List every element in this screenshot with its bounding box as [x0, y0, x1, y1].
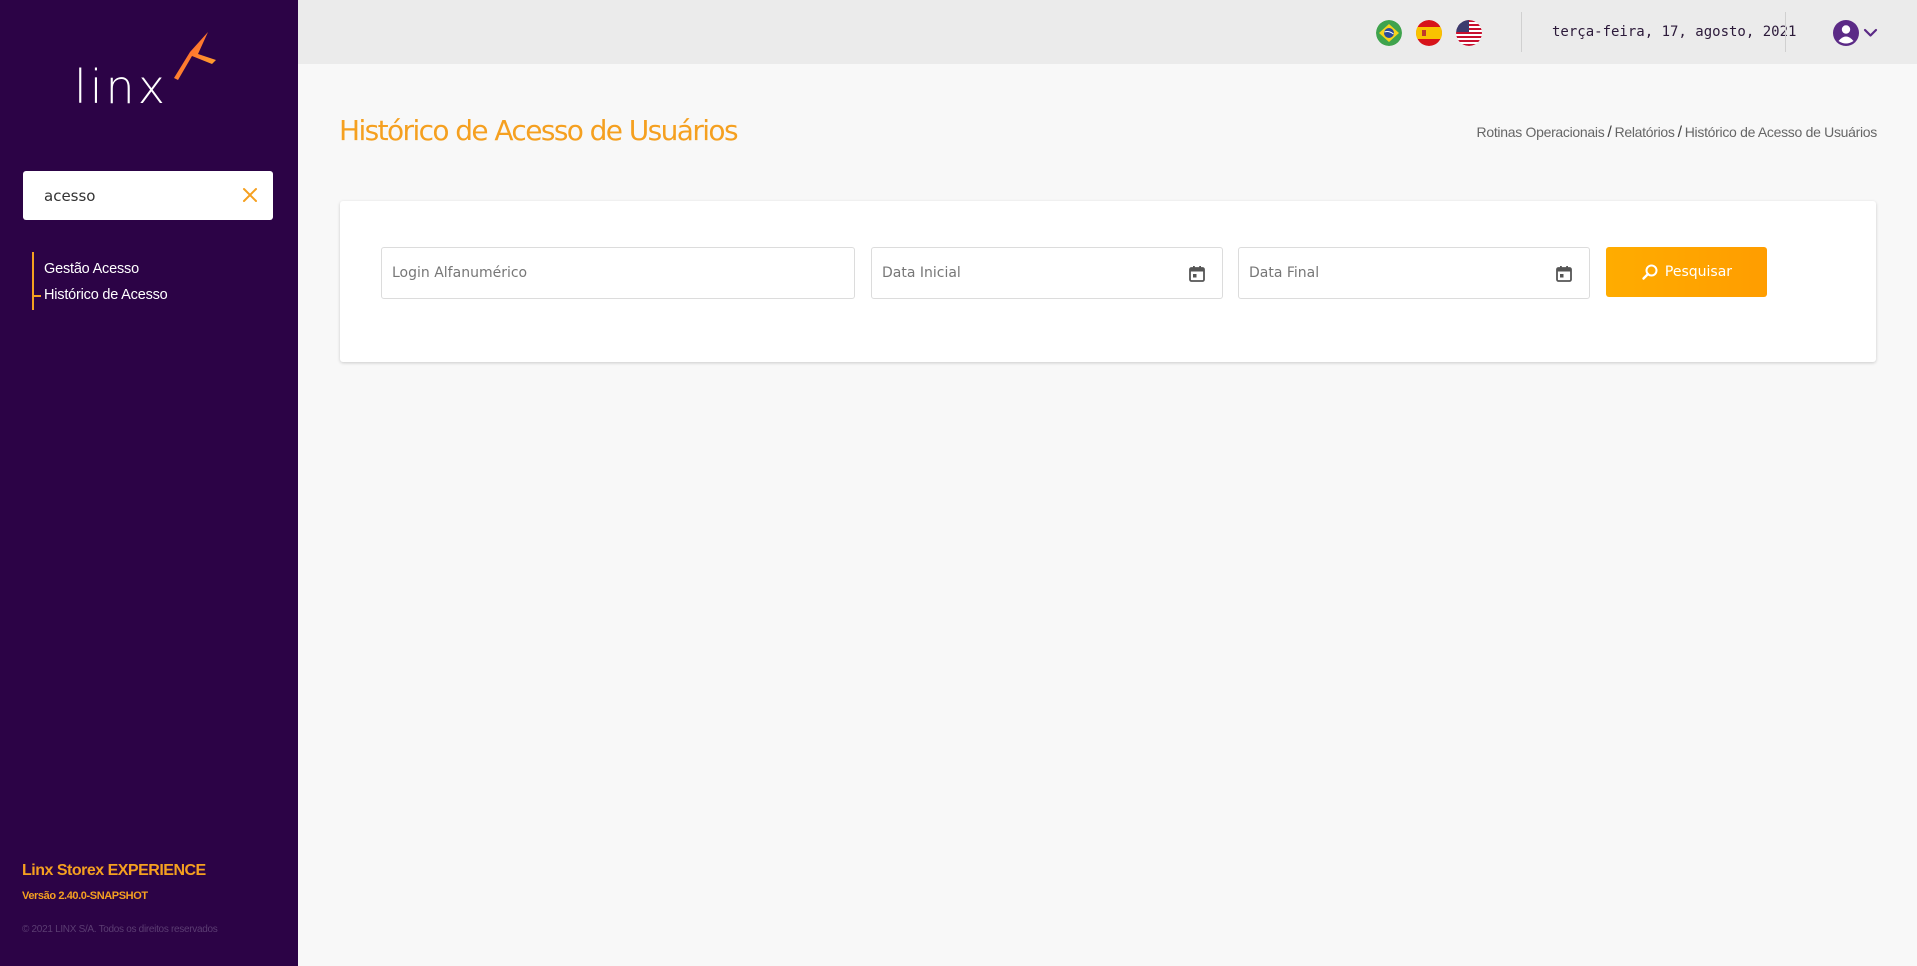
header-divider: [1521, 12, 1522, 52]
end-date-field: [1238, 247, 1590, 299]
sidebar-menu: Gestão Acesso Histórico de Acesso: [32, 252, 168, 310]
search-icon: [1642, 264, 1658, 280]
end-date-input[interactable]: [1239, 248, 1589, 298]
sidebar-item-historico-acesso[interactable]: Histórico de Acesso: [32, 282, 168, 308]
sidebar-footer: Linx Storex EXPERIENCE Versão 2.40.0-SNA…: [22, 862, 218, 935]
start-date-field: [871, 247, 1223, 299]
logo-mark-icon: [174, 32, 216, 80]
user-menu-button[interactable]: [1833, 19, 1887, 47]
search-button-label: Pesquisar: [1664, 264, 1733, 280]
filter-card: Pesquisar: [340, 201, 1876, 362]
search-button[interactable]: Pesquisar: [1606, 247, 1767, 297]
flag-spain-icon[interactable]: [1416, 20, 1442, 46]
top-bar: terça-feira, 17, agosto, 2021: [298, 0, 1917, 64]
clear-search-icon[interactable]: [241, 186, 259, 204]
calendar-icon[interactable]: [1188, 265, 1206, 283]
login-input[interactable]: [382, 248, 854, 298]
current-date: terça-feira, 17, agosto, 2021: [1552, 24, 1797, 40]
header-divider: [1785, 12, 1786, 52]
flag-brazil-icon[interactable]: [1376, 20, 1402, 46]
menu-search-input[interactable]: [23, 171, 233, 220]
breadcrumb-item-relatorios[interactable]: Relatórios: [1615, 124, 1675, 140]
version-label: Versão 2.40.0-SNAPSHOT: [22, 890, 148, 902]
breadcrumb: Rotinas Operacionais / Relatórios / Históric…: [1477, 124, 1878, 142]
sidebar-item-label: Histórico de Acesso: [44, 287, 168, 303]
flag-usa-icon[interactable]: [1456, 20, 1482, 46]
product-name: Linx Storex EXPERIENCE: [22, 862, 206, 879]
logo-text: linx: [74, 60, 168, 114]
breadcrumb-item-current: Histórico de Acesso de Usuários: [1684, 124, 1878, 140]
breadcrumb-item-rotinas[interactable]: Rotinas Operacionais: [1477, 124, 1605, 140]
page-title: Histórico de Acesso de Usuários: [339, 114, 739, 147]
start-date-input[interactable]: [872, 248, 1222, 298]
calendar-icon[interactable]: [1555, 265, 1573, 283]
copyright-text: © 2021 LINX S/A. Todos os direitos reser…: [22, 924, 218, 935]
sidebar-item-gestao-acesso[interactable]: Gestão Acesso: [34, 256, 168, 282]
breadcrumb-separator: /: [1607, 124, 1612, 141]
login-field: [381, 247, 855, 299]
user-circle-icon: [1833, 20, 1878, 46]
sidebar-item-label: Gestão Acesso: [44, 261, 139, 277]
menu-search-box: [23, 171, 273, 220]
breadcrumb-separator: /: [1677, 124, 1682, 141]
linx-logo[interactable]: linx: [74, 30, 224, 120]
sidebar: linx Gestão Acesso Histórico de Acesso L…: [0, 0, 298, 966]
